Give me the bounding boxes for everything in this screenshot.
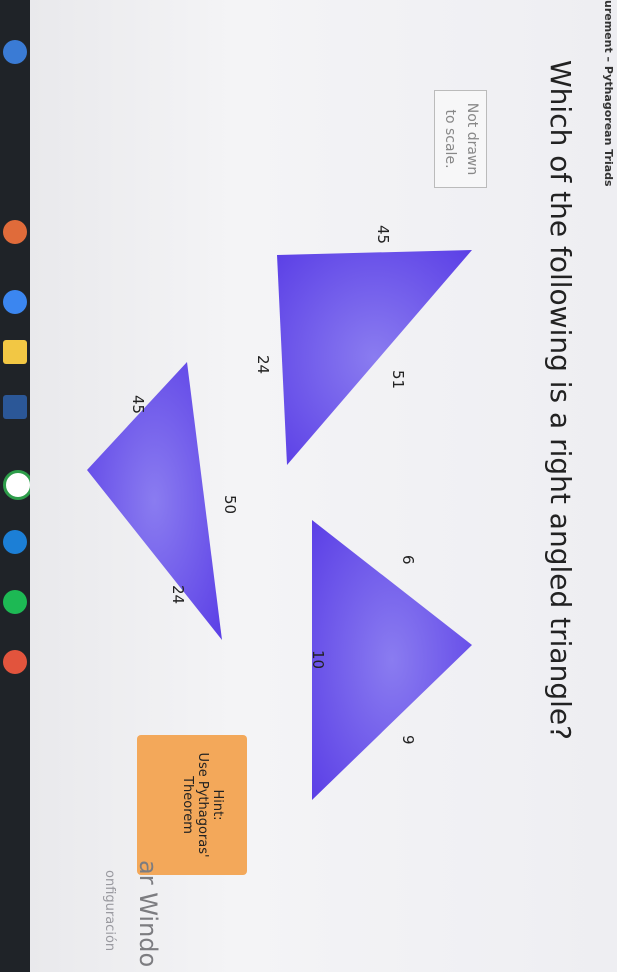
word-icon[interactable] <box>3 395 27 419</box>
triangle-1-side-label: 24 <box>254 355 272 375</box>
triangle-3-side-label: 6 <box>399 555 417 565</box>
triangle-3-side-label: 9 <box>399 735 417 745</box>
answer-triangle-3[interactable] <box>312 520 472 800</box>
taskbar <box>0 0 33 972</box>
chrome-icon[interactable] <box>3 470 33 500</box>
spotify-icon[interactable] <box>3 590 27 614</box>
app-icon[interactable] <box>3 220 27 244</box>
triangle-1-side-label: 51 <box>389 370 407 390</box>
triangle-2-side-label: 50 <box>221 495 239 515</box>
triangle-3-side-label: 10 <box>309 650 327 670</box>
rotated-content: urement – Pythagorean Triads Which of th… <box>30 0 617 972</box>
hint-line1: Use Pythagoras' <box>195 752 210 858</box>
edge-icon[interactable] <box>3 530 27 554</box>
hint-line2: Theorem <box>180 776 195 834</box>
windows-activation-watermark: ar Windo <box>134 860 162 968</box>
quiz-page: urement – Pythagorean Triads Which of th… <box>30 0 617 972</box>
app-icon[interactable] <box>3 40 27 64</box>
answer-triangle-1[interactable] <box>277 250 472 465</box>
triangle-2-side-label: 24 <box>169 585 187 605</box>
windows-config-watermark: onfiguración <box>102 870 117 952</box>
triangle-2-side-label: 45 <box>129 395 147 415</box>
hint-box: Hint: Use Pythagoras' Theorem <box>137 735 247 875</box>
folder-icon[interactable] <box>3 340 27 364</box>
answer-triangle-2[interactable] <box>87 362 222 640</box>
triangles-canvas <box>87 250 472 800</box>
triangle-1-side-label: 45 <box>374 225 392 245</box>
hint-title: Hint: <box>210 789 225 821</box>
app-icon[interactable] <box>3 290 27 314</box>
app-icon[interactable] <box>3 650 27 674</box>
